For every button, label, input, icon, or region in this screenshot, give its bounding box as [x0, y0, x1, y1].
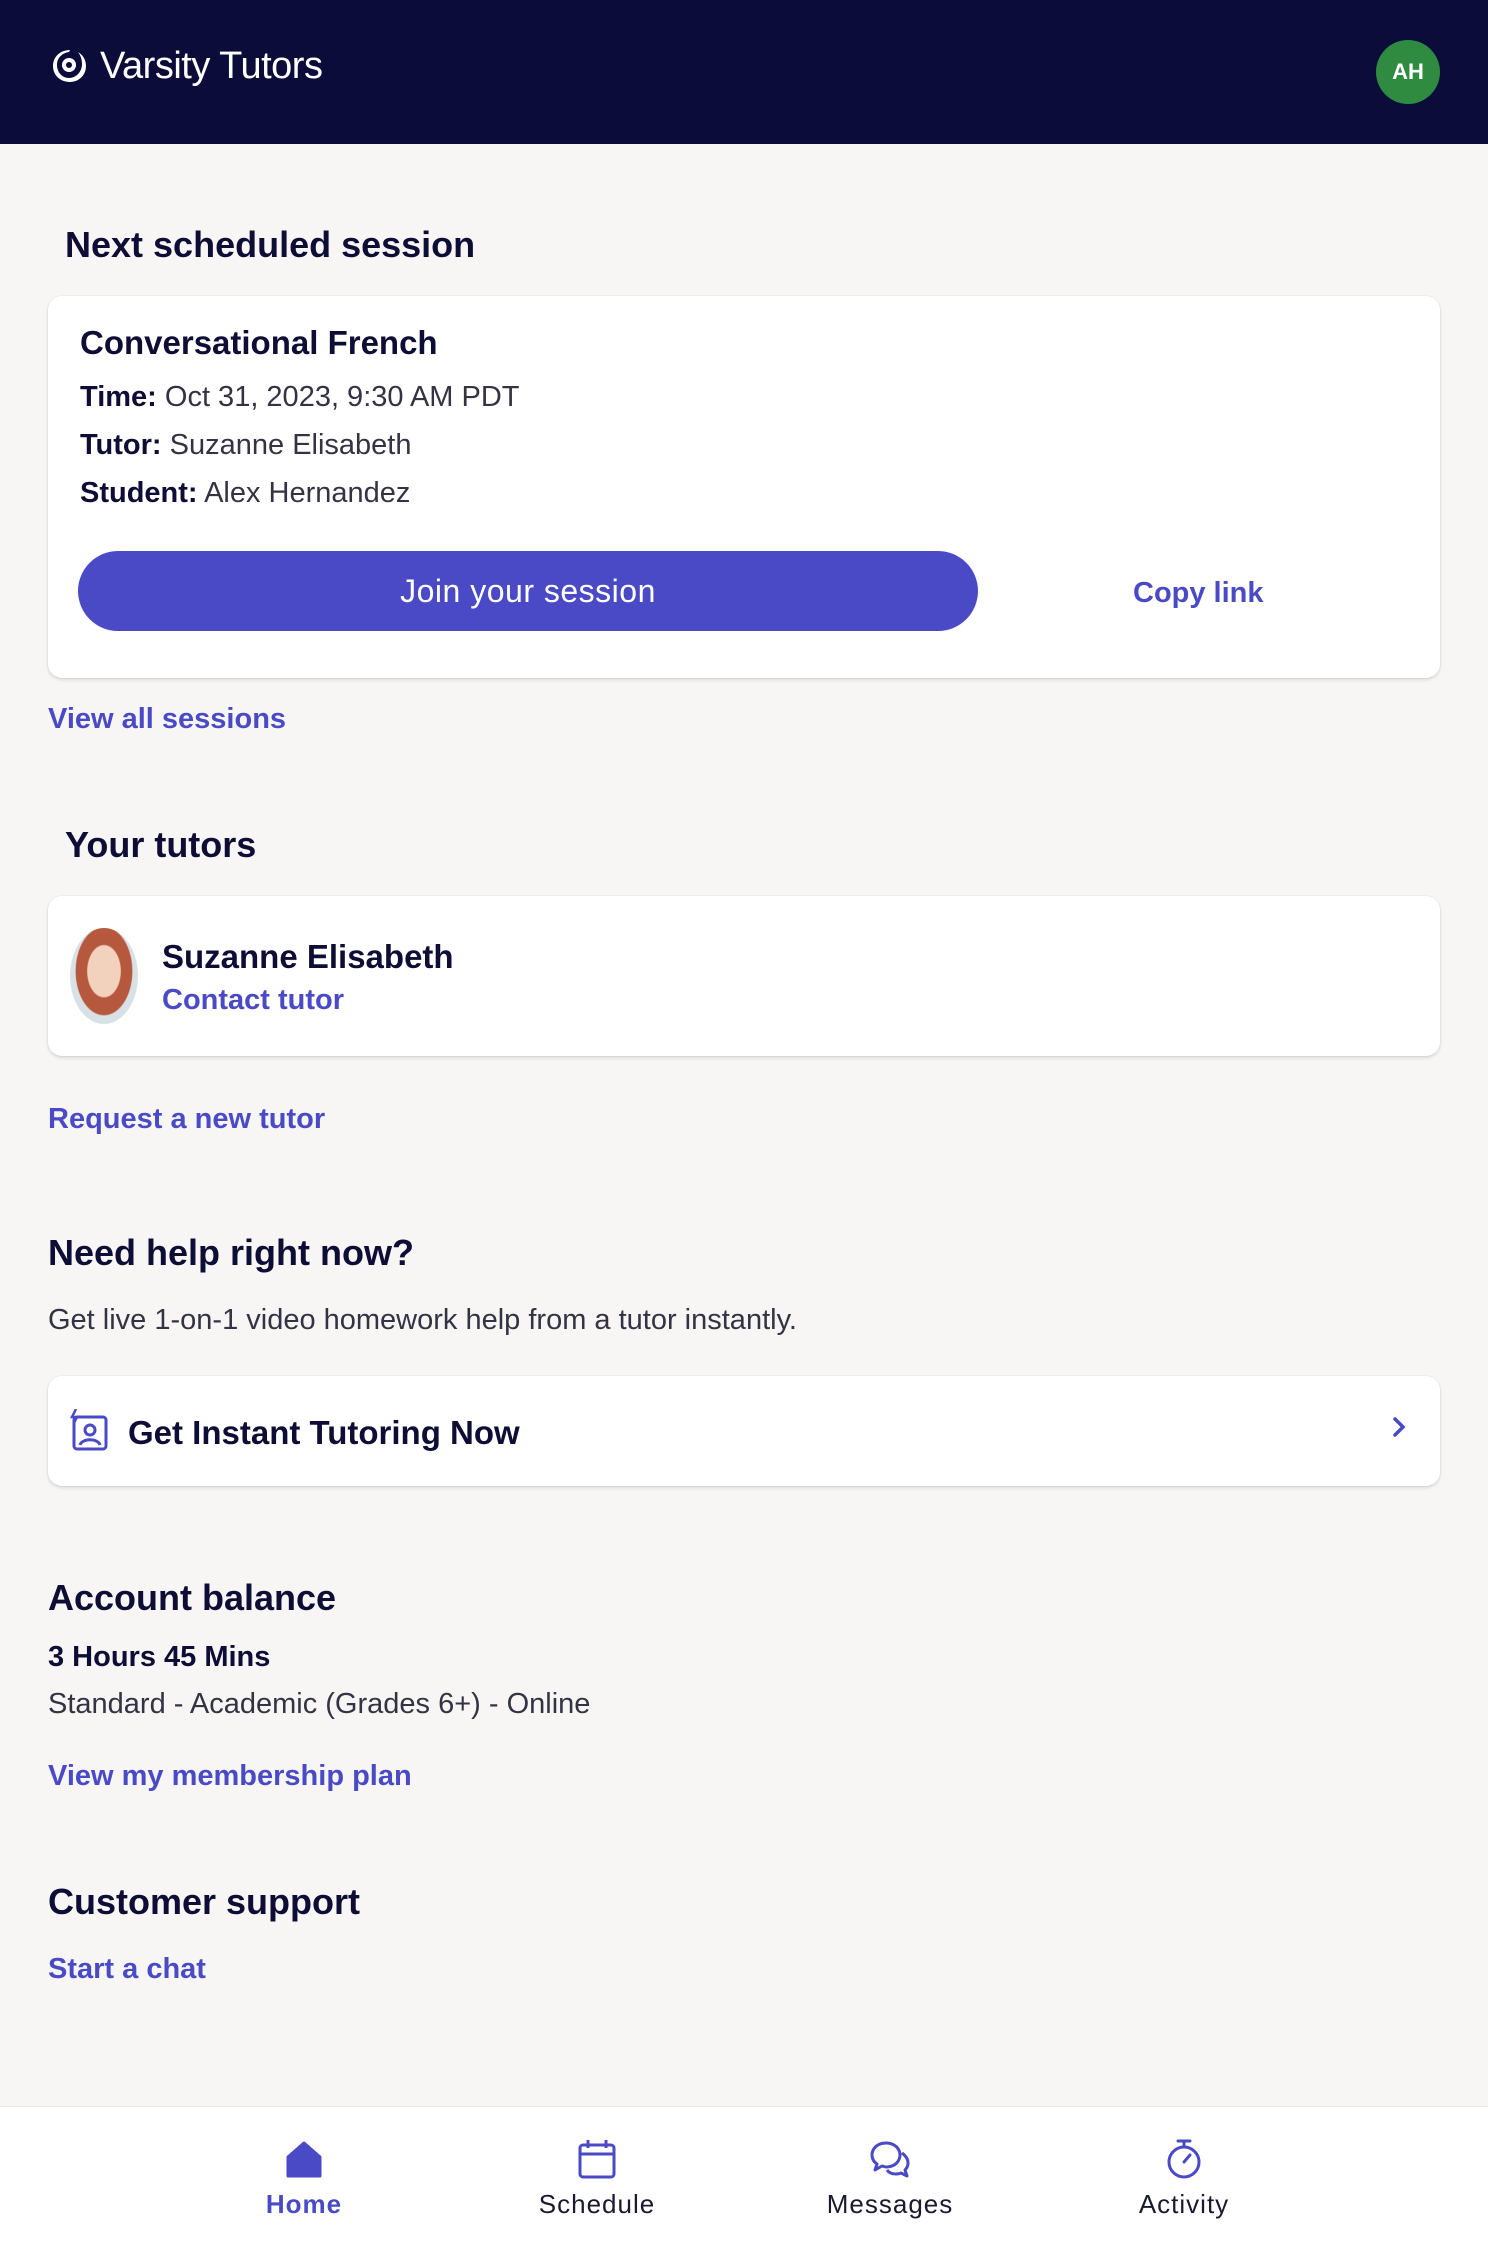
session-tutor-label: Tutor:	[80, 429, 162, 461]
next-session-heading: Next scheduled session	[65, 224, 476, 265]
nav-messages-label: Messages	[826, 2189, 954, 2219]
instant-tutoring-card[interactable]: Get Instant Tutoring Now	[48, 1376, 1440, 1486]
start-chat-link[interactable]: Start a chat	[48, 1953, 206, 1986]
nav-home-label: Home	[265, 2189, 343, 2219]
tutor-name: Suzanne Elisabeth	[162, 938, 454, 975]
contact-tutor-link[interactable]: Contact tutor	[162, 984, 344, 1017]
chat-bubbles-icon	[870, 2141, 910, 2178]
session-student: Student: Alex Hernandez	[80, 477, 410, 510]
nav-schedule-label: Schedule	[538, 2189, 656, 2219]
session-tutor: Tutor: Suzanne Elisabeth	[80, 429, 412, 462]
customer-support-heading: Customer support	[48, 1881, 361, 1922]
calendar-icon	[578, 2140, 616, 2179]
balance-amount: 3 Hours 45 Mins	[48, 1641, 271, 1673]
request-new-tutor-link[interactable]: Request a new tutor	[48, 1103, 325, 1136]
varsity-tutors-logo-icon	[53, 50, 86, 82]
instant-tutoring-label: Get Instant Tutoring Now	[128, 1414, 520, 1451]
brand-name: Varsity Tutors	[100, 44, 323, 87]
top-bar: Varsity Tutors AH	[0, 0, 1488, 144]
view-all-sessions-link[interactable]: View all sessions	[48, 703, 286, 736]
copy-link-button[interactable]: Copy link	[1133, 577, 1264, 610]
balance-plan: Standard - Academic (Grades 6+) - Online	[48, 1688, 591, 1720]
nav-schedule[interactable]: Schedule	[497, 2137, 697, 2220]
chevron-right-icon	[1393, 1417, 1406, 1437]
need-help-heading: Need help right now?	[48, 1232, 414, 1273]
tutor-card: Suzanne Elisabeth Contact tutor	[48, 896, 1440, 1056]
session-student-label: Student:	[80, 477, 198, 509]
stopwatch-icon	[1167, 2139, 1201, 2179]
nav-activity[interactable]: Activity	[1084, 2137, 1284, 2220]
next-session-card: Conversational French Time: Oct 31, 2023…	[48, 296, 1440, 678]
brand-logo[interactable]: Varsity Tutors	[48, 44, 323, 88]
nav-messages[interactable]: Messages	[790, 2137, 990, 2220]
session-tutor-value: Suzanne Elisabeth	[169, 429, 412, 461]
tutor-avatar	[70, 928, 138, 1024]
your-tutors-heading: Your tutors	[65, 824, 257, 865]
nav-activity-label: Activity	[1138, 2189, 1230, 2219]
home-icon	[286, 2141, 322, 2178]
account-balance-heading: Account balance	[48, 1577, 337, 1618]
need-help-description: Get live 1-on-1 video homework help from…	[48, 1304, 797, 1336]
bottom-navigation: Home Schedule Messages Activity	[0, 2106, 1488, 2266]
join-session-button[interactable]: Join your session	[78, 551, 978, 631]
instant-tutor-icon	[70, 1409, 108, 1451]
session-time-label: Time:	[80, 381, 157, 413]
session-time: Time: Oct 31, 2023, 9:30 AM PDT	[80, 381, 520, 414]
session-title: Conversational French	[80, 324, 438, 361]
session-student-value: Alex Hernandez	[204, 477, 411, 509]
user-avatar[interactable]: AH	[1376, 40, 1440, 104]
view-membership-plan-link[interactable]: View my membership plan	[48, 1760, 412, 1793]
nav-home[interactable]: Home	[204, 2137, 404, 2220]
session-time-value: Oct 31, 2023, 9:30 AM PDT	[164, 381, 520, 413]
